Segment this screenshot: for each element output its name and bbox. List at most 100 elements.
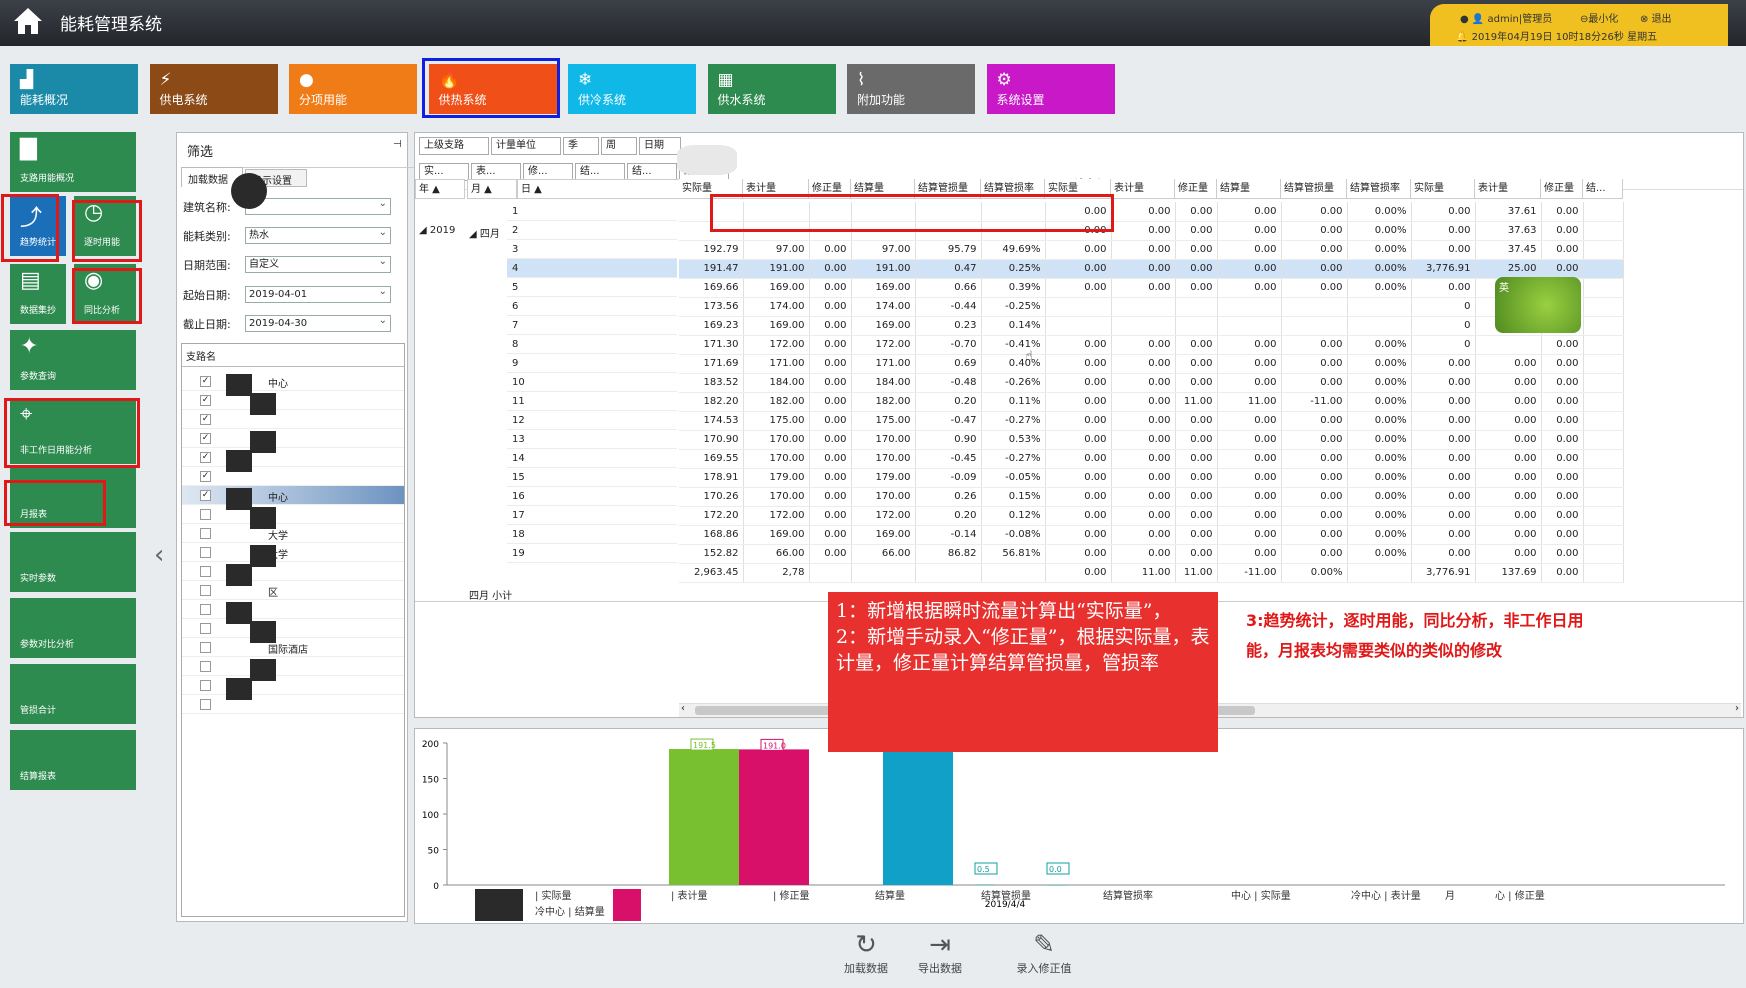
branch-checkbox[interactable]: ✓ [200, 414, 211, 425]
branch-checkbox[interactable]: ✓ [200, 452, 211, 463]
legend-item[interactable]: | 实际量 [535, 889, 572, 902]
branch-item[interactable]: 区 [182, 581, 404, 600]
legend-item[interactable]: | 修正量 [773, 889, 810, 902]
nav-pulse[interactable]: ⌇ 附加功能 [847, 64, 975, 114]
branch-item[interactable] [182, 657, 404, 676]
table-row[interactable]: 183.52 184.00 0.00 184.00 -0.48 -0.26% 0.00 0.0… [679, 373, 1624, 393]
day-cell[interactable]: 13 [507, 430, 677, 449]
branch-item[interactable]: ✓ [182, 448, 404, 467]
legend-item[interactable]: 结算管损量 [981, 889, 1031, 902]
start-date-field[interactable]: 2019-04-01 [245, 284, 391, 303]
type-select[interactable]: 热水 [245, 225, 391, 244]
dimension-field[interactable]: 季 [563, 137, 599, 155]
day-cell[interactable]: 2 [507, 221, 677, 240]
column-header[interactable]: 结... [1583, 179, 1623, 199]
month-cell[interactable]: ◢ 四月 [469, 225, 500, 240]
day-cell[interactable]: 15 [507, 468, 677, 487]
table-row[interactable]: 168.86 169.00 0.00 169.00 -0.14 -0.08% 0.00 0.0… [679, 525, 1624, 545]
branch-checkbox[interactable] [200, 509, 211, 520]
legend-item[interactable]: 结算管损率 [1103, 889, 1153, 902]
side-item-0[interactable]: ▇ 支路用能概况 [10, 132, 136, 192]
table-row[interactable]: 174.53 175.00 0.00 175.00 -0.47 -0.27% 0.00 0.0… [679, 411, 1624, 431]
table-row[interactable]: 171.30 172.00 0.00 172.00 -0.70 -0.41% 0.00 0.0… [679, 335, 1624, 355]
legend-item[interactable]: 冷中心 | 结算量 [535, 905, 605, 918]
table-row[interactable]: 169.23169.000.00169.000.230.14%00.00 [679, 316, 1624, 336]
day-cell[interactable]: 9 [507, 354, 677, 373]
branch-checkbox[interactable] [200, 585, 211, 596]
side-item-11[interactable]: 结算报表 [10, 730, 136, 790]
table-row[interactable]: 191.47 191.00 0.00 191.00 0.47 0.25% 0.00 0.00 0… [679, 259, 1624, 279]
side-item-9[interactable]: 参数对比分析 [10, 598, 136, 658]
branch-item[interactable]: 国际酒店 [182, 638, 404, 657]
legend-item[interactable]: 中心 | 实际量 [1231, 889, 1291, 902]
home-icon[interactable] [12, 6, 44, 39]
column-header[interactable]: 结算管损量 [1281, 179, 1347, 199]
legend-item[interactable]: 结算量 [875, 889, 905, 902]
bar-1[interactable] [739, 749, 809, 885]
day-cell[interactable]: 16 [507, 487, 677, 506]
day-cell[interactable]: 7 [507, 316, 677, 335]
bar-4[interactable] [1047, 885, 1067, 886]
table-row[interactable]: 152.82 66.00 0.00 66.00 86.82 56.81% 0.00 0.00 0… [679, 544, 1624, 564]
nav-gear[interactable]: ⚙ 系统设置 [986, 64, 1115, 114]
column-header[interactable]: 实际量 [1411, 179, 1475, 199]
dimension-field[interactable]: 计量单位 [491, 137, 561, 155]
table-row[interactable]: 170.26 170.00 0.00 170.00 0.26 0.15% 0.00 0.00 0… [679, 487, 1624, 507]
side-item-10[interactable]: 管损合计 [10, 664, 136, 724]
branch-checkbox[interactable]: ✓ [200, 395, 211, 406]
branch-checkbox[interactable]: ✓ [200, 490, 211, 501]
ime-widget[interactable]: 英 [1495, 277, 1581, 333]
branch-item[interactable]: ✓ [182, 429, 404, 448]
branch-checkbox[interactable] [200, 547, 211, 558]
branch-item[interactable]: 大学 [182, 543, 404, 562]
collapse-arrow-icon[interactable]: ‹ [154, 540, 164, 570]
branch-item[interactable]: ✓ 中心 [182, 486, 404, 505]
user-account[interactable]: ● 👤 admin|管理员 [1460, 10, 1552, 25]
day-cell[interactable]: 12 [507, 411, 677, 430]
branch-item[interactable]: ✓ [182, 467, 404, 486]
day-cell[interactable]: 5 [507, 278, 677, 297]
branch-checkbox[interactable] [200, 661, 211, 672]
branch-checkbox[interactable]: ✓ [200, 376, 211, 387]
end-date-field[interactable]: 2019-04-30 [245, 313, 391, 332]
dimension-field[interactable]: 周 [601, 137, 637, 155]
day-cell[interactable]: 3 [507, 240, 677, 259]
nav-user[interactable]: ● 分项用能 [289, 64, 417, 114]
minimize-button[interactable]: ⊖最小化 [1580, 10, 1618, 25]
column-header[interactable]: 修正量 [1175, 179, 1217, 199]
subtotal-row[interactable]: 2,963.45 2,78 0.00 11.00 11.00 -11.00 0.00% 3,7… [679, 563, 1624, 583]
dimension-field[interactable]: 上级支路 [419, 137, 489, 155]
branch-item[interactable]: ✓ 中心 [182, 372, 404, 391]
building-select[interactable] [245, 196, 391, 215]
branch-checkbox[interactable] [200, 680, 211, 691]
table-row[interactable]: 170.90 170.00 0.00 170.00 0.90 0.53% 0.00 0.00 0… [679, 430, 1624, 450]
nav-grid[interactable]: ▦ 供水系统 [707, 64, 836, 114]
branch-item[interactable]: ✓ [182, 410, 404, 429]
day-cell[interactable]: 19 [507, 544, 677, 563]
range-select[interactable]: 自定义 [245, 254, 391, 273]
column-header[interactable]: 表计量 [1111, 179, 1175, 199]
branch-checkbox[interactable] [200, 623, 211, 634]
branch-item[interactable]: 大学 [182, 524, 404, 543]
branch-item[interactable] [182, 505, 404, 524]
nav-snowflake[interactable]: ❄ 供冷系统 [568, 64, 696, 114]
branch-checkbox[interactable] [200, 642, 211, 653]
branch-item[interactable] [182, 676, 404, 695]
table-row[interactable]: 182.20 182.00 0.00 182.00 0.20 0.11% 0.00 0.00 1… [679, 392, 1624, 412]
day-cell[interactable]: 18 [507, 525, 677, 544]
day-cell[interactable]: 10 [507, 373, 677, 392]
column-header[interactable]: 结算量 [1217, 179, 1281, 199]
side-item-8[interactable]: 实时参数 [10, 532, 136, 592]
dimension-field[interactable]: 日期 [639, 137, 681, 155]
column-header[interactable]: 修正量 [1541, 179, 1583, 199]
table-row[interactable]: 169.55 170.00 0.00 170.00 -0.45 -0.27% 0.00 0.0… [679, 449, 1624, 469]
table-row[interactable]: 173.56174.000.00174.00-0.44-0.25%00.00 [679, 297, 1624, 317]
table-row[interactable]: 169.66 169.00 0.00 169.00 0.66 0.39% 0.00 0.00 0… [679, 278, 1624, 298]
branch-checkbox[interactable] [200, 566, 211, 577]
side-item-3[interactable]: ▤ 数据集抄 [10, 264, 66, 324]
day-cell[interactable]: 6 [507, 297, 677, 316]
legend-item[interactable]: 心 | 修正量 [1495, 889, 1545, 902]
day-cell[interactable]: 11 [507, 392, 677, 411]
day-cell[interactable]: 17 [507, 506, 677, 525]
branch-item[interactable] [182, 562, 404, 581]
